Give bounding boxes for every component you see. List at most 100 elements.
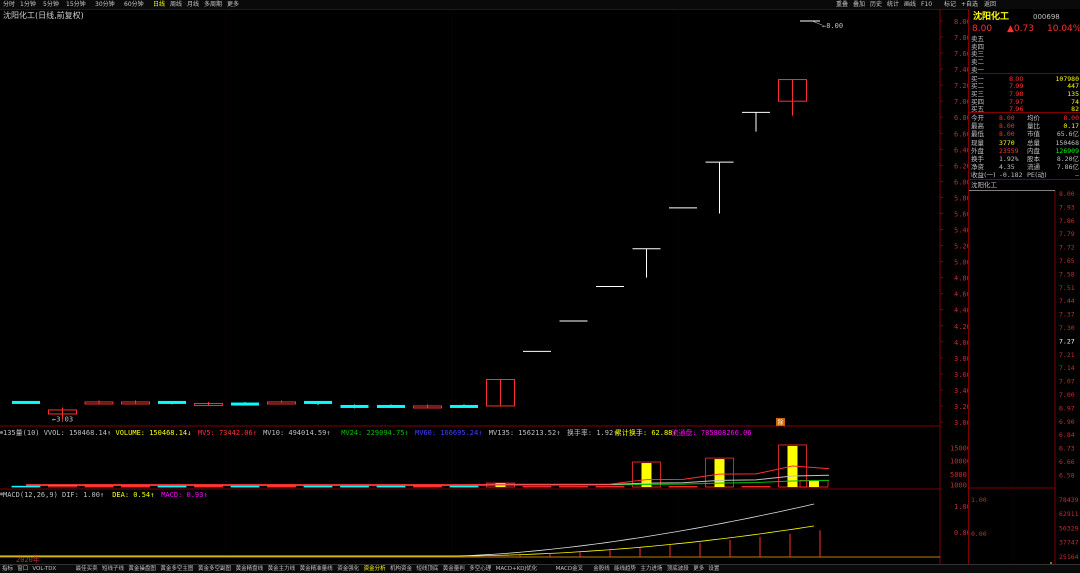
kline-chart-area[interactable]: 8.00 7.80 7.60 7.40 7.20 7.00 6.80 6.60 6.40 6.20… — [0, 9, 968, 564]
mini-axis-label: 7.58 — [1059, 270, 1075, 278]
stat-label: 现量 — [971, 138, 984, 147]
volume-bar[interactable] — [230, 485, 260, 488]
price-axis-label: 6.40 — [954, 146, 968, 154]
price-axis-label: 3.00 — [954, 419, 968, 427]
toolbar-button[interactable]: 叠加 — [853, 0, 865, 9]
candle-body[interactable] — [304, 400, 332, 404]
toolbar-button[interactable]: 标记 — [944, 0, 956, 9]
toolbar-button[interactable]: +自选 — [961, 0, 978, 9]
volume-bar[interactable] — [84, 485, 114, 488]
toolbar-button[interactable]: 重叠 — [836, 0, 848, 9]
volume-bar[interactable] — [741, 486, 771, 488]
price-change: ▲0.73 — [1007, 24, 1034, 34]
volume-bar[interactable] — [48, 485, 77, 488]
toolbar-button[interactable]: 历史 — [870, 0, 882, 9]
mini-axis-label: 7.27 — [1059, 337, 1075, 345]
period-tab[interactable]: 15分钟 — [66, 0, 86, 9]
last-price: 8.00 — [972, 24, 993, 34]
candle-body[interactable] — [158, 400, 186, 404]
high-price-label: ←8.00 — [822, 22, 843, 30]
mini-volume-label: 1.00 — [971, 496, 987, 504]
macd-indicator-value: MACD(12,26,9) DIF: 1.00↑ — [3, 491, 104, 499]
price-axis-label: 6.80 — [954, 114, 968, 122]
volume-bar[interactable] — [522, 486, 552, 488]
price-axis-label: 5.80 — [954, 194, 968, 202]
low-price-label: ←3.03 — [52, 416, 73, 424]
stat-row: 今开 8.00 均价 8.00 — [969, 114, 1080, 122]
stat-row: 最低 8.00 市值 65.6亿 — [969, 130, 1080, 138]
quote-panel: 沈阳化工 000698 8.00 ▲0.73 10.04% 卖五 卖四 卖三 卖二 卖一… — [968, 9, 1080, 572]
candle-body[interactable] — [231, 402, 259, 406]
macd-dif-line — [0, 503, 815, 557]
price-axis-label: 7.00 — [954, 98, 968, 106]
candle-body[interactable] — [377, 404, 405, 408]
volume-bar[interactable] — [11, 485, 41, 488]
period-tab[interactable]: 月线 — [187, 0, 199, 9]
stat-label: 流通 — [1027, 163, 1040, 172]
volume-bar[interactable] — [194, 485, 223, 488]
volume-bar[interactable] — [340, 485, 369, 488]
price-axis-label: 4.40 — [954, 307, 968, 315]
macd-dea-line — [0, 525, 815, 557]
volume-axis-label: 5000 — [950, 471, 967, 479]
price-axis-label: 8.00 — [954, 18, 968, 26]
high-pointer — [811, 20, 823, 26]
volume-bar[interactable] — [121, 485, 150, 488]
mini-axis-label: 7.51 — [1059, 284, 1075, 292]
period-tab[interactable]: 日线 — [153, 0, 165, 9]
candle-body[interactable] — [12, 400, 40, 404]
volume-bar[interactable] — [303, 485, 333, 488]
volume-bar[interactable] — [595, 486, 625, 488]
volume-bar[interactable] — [559, 486, 588, 488]
price-axis-label: 6.20 — [954, 162, 968, 170]
stat-label: 股本 — [1027, 155, 1040, 163]
period-tab[interactable]: 更多 — [227, 0, 239, 9]
mini-axis-label: 6.73 — [1059, 445, 1075, 453]
period-tab[interactable]: 5分钟 — [43, 0, 59, 9]
period-tab[interactable]: 1分钟 — [20, 0, 36, 9]
price-axis-label: 5.40 — [954, 227, 968, 235]
volume-indicator-value: MV135: 156213.52↑ — [489, 429, 561, 437]
mini-axis-label: 7.44 — [1059, 297, 1075, 305]
mini-axis-label: 50329 — [1059, 524, 1079, 532]
period-tab[interactable]: 分时 — [3, 0, 15, 9]
volume-ma5-line — [26, 465, 830, 486]
volume-indicator-value: MV5: 73442.06↑ — [198, 429, 257, 437]
period-tab[interactable]: 多周期 — [204, 0, 222, 9]
volume-bar[interactable] — [413, 485, 442, 488]
price-axis-label: 7.20 — [954, 82, 968, 90]
volume-bar[interactable] — [449, 485, 479, 488]
toolbar-button[interactable]: 统计 — [887, 0, 899, 9]
stat-label: 最低 — [971, 130, 984, 139]
mini-axis-label: 7.79 — [1059, 230, 1075, 238]
volume-bar[interactable] — [157, 485, 187, 488]
mini-axis-label: 78439 — [1059, 496, 1079, 504]
stat-row: 外盘 23559 内盘 126909 — [969, 147, 1080, 155]
volume-bar[interactable] — [267, 485, 296, 488]
macd-indicator-value: DEA: 0.54↑ — [112, 491, 154, 499]
stat-label: 总量 — [1027, 138, 1040, 147]
price-axis-label: 7.40 — [954, 66, 968, 74]
indicator-dot-icon[interactable] — [0, 431, 3, 434]
toolbar-button[interactable]: 返回 — [984, 0, 996, 9]
volume-axis-label: 15000 — [950, 445, 968, 453]
price-axis-label: 3.20 — [954, 403, 968, 411]
candle-body[interactable] — [267, 401, 296, 405]
stat-row: 最高 8.00 量比 0.17 — [969, 122, 1080, 130]
stat-label: 均价 — [1027, 114, 1040, 122]
period-tab[interactable]: 周线 — [170, 0, 182, 9]
candle-body[interactable] — [340, 404, 369, 408]
candle-body[interactable] — [450, 404, 478, 408]
toolbar-button[interactable]: F10 — [921, 0, 932, 9]
stat-value: 7.86亿 — [1056, 163, 1079, 172]
stat-value: 0.17 — [1063, 122, 1079, 131]
period-tab[interactable]: 60分钟 — [124, 0, 144, 9]
period-tab[interactable]: 30分钟 — [95, 0, 115, 9]
volume-bar[interactable] — [376, 485, 406, 488]
mini-axis-label: 6.97 — [1059, 404, 1075, 412]
intraday-mini-chart[interactable]: 8.00 7.93 7.86 7.79 7.72 7.65 7.58 7.51 7.44 7.37… — [969, 190, 1080, 572]
volume-bar[interactable] — [668, 486, 698, 488]
year-label: 2020年 — [16, 555, 40, 564]
toolbar-button[interactable]: 画线 — [904, 0, 916, 9]
dividend-marker-label: 除 — [778, 419, 784, 427]
